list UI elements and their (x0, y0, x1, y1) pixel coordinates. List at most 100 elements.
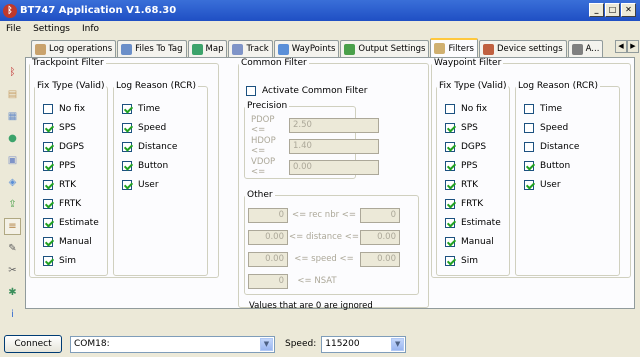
menu-info[interactable]: Info (76, 24, 105, 34)
output-icon[interactable]: ⇪ (4, 196, 21, 213)
checkbox-box[interactable] (445, 255, 455, 266)
trackpoint-fix-manual-checkbox[interactable]: Manual (43, 235, 99, 248)
waypoint-fix-dgps-checkbox[interactable]: DGPS (445, 140, 501, 153)
checkbox-box[interactable] (445, 217, 455, 228)
trackpoint-fix-sps-checkbox[interactable]: SPS (43, 121, 99, 134)
checkbox-box[interactable] (43, 236, 53, 247)
waypoint-fix-manual-checkbox[interactable]: Manual (445, 235, 501, 248)
waypoint-reason-user-checkbox[interactable]: User (524, 178, 579, 191)
checkbox-box[interactable] (445, 160, 455, 171)
tab-filters[interactable]: Filters (430, 38, 478, 57)
waypoint-fix-sim-checkbox[interactable]: Sim (445, 254, 501, 267)
rec-nbr-min-field[interactable]: 0 (248, 207, 288, 223)
tab-device-settings[interactable]: Device settings (478, 40, 567, 57)
checkbox-box[interactable] (43, 141, 53, 152)
checkbox-box[interactable] (122, 179, 132, 190)
checkbox-box[interactable] (524, 141, 534, 152)
tab-scroll-left-button[interactable]: ◀ (615, 40, 627, 53)
checkbox-box[interactable] (524, 103, 534, 114)
connect-button[interactable]: Connect (4, 335, 62, 353)
tab-scroll-right-button[interactable]: ▶ (627, 40, 639, 53)
tools-icon[interactable]: ✂ (4, 262, 21, 279)
tab-output-settings[interactable]: Output Settings (340, 40, 430, 57)
info-icon[interactable]: i (4, 306, 21, 323)
checkbox-box[interactable] (122, 103, 132, 114)
checkbox-box[interactable] (445, 103, 455, 114)
tab-map[interactable]: Map (187, 40, 228, 57)
checkbox-box[interactable] (122, 141, 132, 152)
distance-max-field[interactable]: 0.00 (360, 229, 400, 245)
port-select[interactable]: COM18: ▼ (70, 335, 275, 353)
rec-nbr-max-field[interactable]: 0 (360, 207, 400, 223)
trackpoint-fix-rtk-checkbox[interactable]: RTK (43, 178, 99, 191)
waypoint-reason-distance-checkbox[interactable]: Distance (524, 140, 579, 153)
tab-waypoints[interactable]: WayPoints (273, 40, 340, 57)
chevron-down-icon[interactable]: ▼ (260, 337, 273, 351)
bluetooth-icon[interactable]: ᛒ (4, 64, 21, 81)
checkbox-box[interactable] (445, 122, 455, 133)
close-button[interactable]: ✕ (621, 3, 636, 17)
globe-icon[interactable]: ● (4, 130, 21, 147)
speed-max-field[interactable]: 0.00 (360, 251, 400, 267)
trackpoint-fix-no-fix-checkbox[interactable]: No fix (43, 102, 99, 115)
tab-files-to-tag[interactable]: Files To Tag (117, 40, 187, 57)
checkbox-box[interactable] (445, 141, 455, 152)
waypoints-icon[interactable]: ◈ (4, 174, 21, 191)
trackpoint-fix-estimate-checkbox[interactable]: Estimate (43, 216, 99, 229)
minimize-button[interactable]: _ (589, 3, 604, 17)
checkbox-box[interactable] (43, 160, 53, 171)
checkbox-box[interactable] (43, 179, 53, 190)
trackpoint-reason-button-checkbox[interactable]: Button (122, 159, 177, 172)
tab-track[interactable]: Track (228, 40, 273, 57)
maximize-button[interactable]: □ (605, 3, 620, 17)
checkbox-box[interactable] (445, 179, 455, 190)
checkbox-box[interactable] (524, 179, 534, 190)
checkbox-box[interactable] (122, 160, 132, 171)
tab-log-operations[interactable]: Log operations (31, 40, 117, 57)
checkbox-box[interactable] (122, 122, 132, 133)
menu-settings[interactable]: Settings (27, 24, 76, 34)
checkbox-box[interactable] (43, 103, 53, 114)
checkbox-box[interactable] (43, 255, 53, 266)
waypoint-fix-sps-checkbox[interactable]: SPS (445, 121, 501, 134)
menu-file[interactable]: File (0, 24, 27, 34)
hdop-field[interactable]: 1.40 (289, 138, 379, 154)
trackpoint-fix-pps-checkbox[interactable]: PPS (43, 159, 99, 172)
nsat-field[interactable]: 0 (248, 273, 288, 289)
filter-icon[interactable]: ≡ (4, 218, 21, 235)
trackpoint-reason-user-checkbox[interactable]: User (122, 178, 177, 191)
checkbox-box[interactable] (43, 217, 53, 228)
waypoint-reason-button-checkbox[interactable]: Button (524, 159, 579, 172)
checkbox-box[interactable] (43, 122, 53, 133)
table-icon[interactable]: ▦ (4, 108, 21, 125)
checkbox-box[interactable] (524, 160, 534, 171)
waypoint-fix-rtk-checkbox[interactable]: RTK (445, 178, 501, 191)
settings-icon[interactable]: ✱ (4, 284, 21, 301)
tab-a[interactable]: A... (567, 40, 604, 57)
trackpoint-reason-distance-checkbox[interactable]: Distance (122, 140, 177, 153)
pdop-field[interactable]: 2.50 (289, 117, 379, 133)
document-icon[interactable]: ▤ (4, 86, 21, 103)
waypoint-fix-estimate-checkbox[interactable]: Estimate (445, 216, 501, 229)
distance-min-field[interactable]: 0.00 (248, 229, 288, 245)
track-icon[interactable]: ▣ (4, 152, 21, 169)
speed-min-field[interactable]: 0.00 (248, 251, 288, 267)
speed-select[interactable]: 115200 ▼ (321, 335, 407, 353)
vdop-field[interactable]: 0.00 (289, 159, 379, 175)
checkbox-box[interactable] (445, 236, 455, 247)
chevron-down-icon[interactable]: ▼ (391, 337, 405, 351)
trackpoint-fix-sim-checkbox[interactable]: Sim (43, 254, 99, 267)
waypoint-fix-pps-checkbox[interactable]: PPS (445, 159, 501, 172)
waypoint-fix-no-fix-checkbox[interactable]: No fix (445, 102, 501, 115)
trackpoint-reason-time-checkbox[interactable]: Time (122, 102, 177, 115)
checkbox-box[interactable] (43, 198, 53, 209)
trackpoint-fix-frtk-checkbox[interactable]: FRTK (43, 197, 99, 210)
checkbox-box[interactable] (524, 122, 534, 133)
waypoint-fix-frtk-checkbox[interactable]: FRTK (445, 197, 501, 210)
trackpoint-fix-dgps-checkbox[interactable]: DGPS (43, 140, 99, 153)
waypoint-reason-time-checkbox[interactable]: Time (524, 102, 579, 115)
checkbox-box[interactable] (445, 198, 455, 209)
activate-common-filter-checkbox[interactable]: Activate Common Filter (246, 84, 367, 97)
wrench-icon[interactable]: ✎ (4, 240, 21, 257)
trackpoint-reason-speed-checkbox[interactable]: Speed (122, 121, 177, 134)
